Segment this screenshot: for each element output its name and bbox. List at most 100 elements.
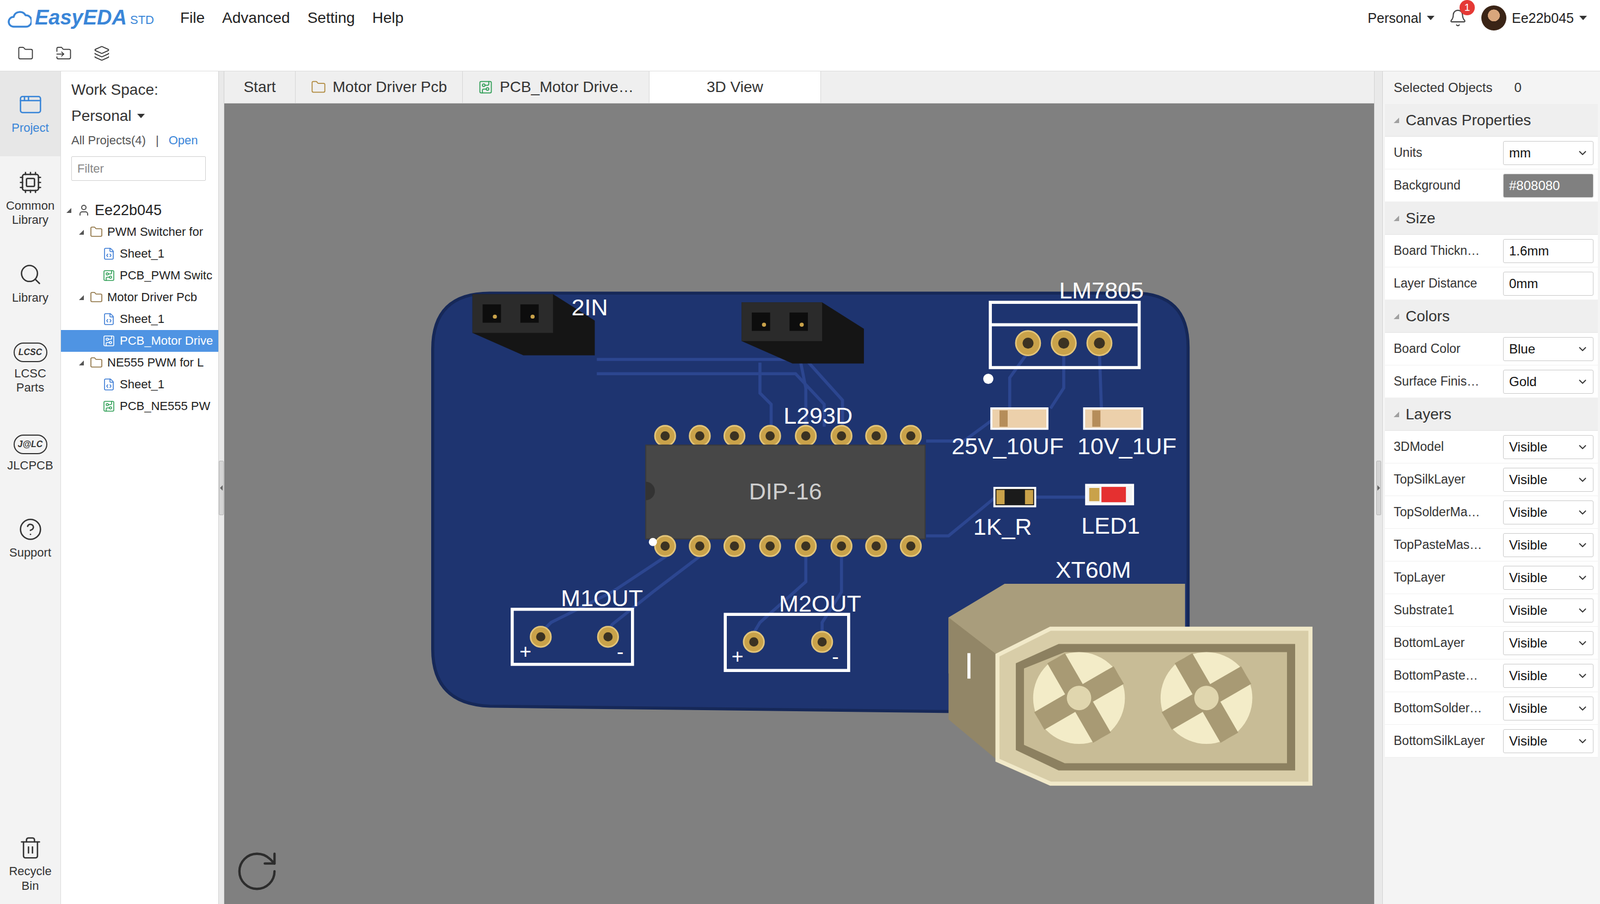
- property-row: Substrate1Visible: [1384, 593, 1598, 627]
- all-projects[interactable]: All Projects(4): [71, 133, 146, 148]
- user-menu[interactable]: Ee22b045: [1481, 5, 1587, 31]
- layers-icon[interactable]: [93, 45, 110, 62]
- motor-driver-chip[interactable]: DIP-16: [645, 425, 925, 557]
- pad: [795, 535, 816, 556]
- rail-item[interactable]: Library: [0, 241, 61, 327]
- resistor[interactable]: [994, 487, 1036, 507]
- right-splitter[interactable]: [1374, 71, 1383, 904]
- menu-item[interactable]: Setting: [307, 9, 355, 27]
- left-splitter[interactable]: [218, 71, 225, 904]
- expand-toggle-icon[interactable]: [64, 205, 73, 215]
- import-icon[interactable]: [55, 45, 72, 62]
- property-label: BottomPaste…: [1393, 667, 1499, 683]
- open-link[interactable]: Open: [168, 133, 199, 148]
- tree-item[interactable]: NE555 PWM for L: [60, 351, 219, 374]
- workspace-select[interactable]: Personal: [71, 107, 208, 125]
- support-icon: [18, 517, 43, 542]
- silk-label: 2IN: [571, 294, 609, 321]
- section-header[interactable]: Colors: [1384, 299, 1598, 333]
- property-select[interactable]: Visible: [1503, 434, 1594, 459]
- property-input[interactable]: 1.6mm: [1503, 238, 1594, 263]
- terminal[interactable]: [512, 609, 633, 665]
- tree-item[interactable]: Sheet_1: [60, 308, 219, 330]
- section-title: Canvas Properties: [1405, 111, 1531, 130]
- property-select[interactable]: Blue: [1503, 336, 1594, 361]
- rail-item[interactable]: LCSCLCSC Parts: [0, 326, 61, 412]
- rail-item[interactable]: Recycle Bin: [0, 824, 61, 904]
- property-select[interactable]: Visible: [1503, 696, 1594, 721]
- rail-item[interactable]: J@LCJLCPCB: [0, 411, 61, 496]
- reset-view-button[interactable]: [233, 847, 281, 895]
- rail-item[interactable]: Common Library: [0, 156, 61, 242]
- tree-item[interactable]: PCB_PWM Switc: [60, 264, 219, 287]
- pin-header[interactable]: [741, 302, 864, 364]
- tab[interactable]: Motor Driver Pcb: [295, 71, 463, 103]
- logo[interactable]: EasyEDASTD: [7, 6, 155, 30]
- tab-label: PCB_Motor Drive…: [499, 78, 634, 96]
- expand-toggle-icon: [89, 249, 98, 259]
- regulator[interactable]: [983, 302, 1140, 384]
- filter-input[interactable]: [71, 156, 206, 181]
- tab[interactable]: Start: [224, 71, 296, 103]
- workspace-switch[interactable]: Personal: [1367, 10, 1435, 27]
- xt60-connector[interactable]: [948, 583, 1311, 784]
- editor-area: StartMotor Driver Pcb PCB_Motor Drive… 3D …: [224, 71, 1375, 904]
- board-3d-view[interactable]: DIP-16+-+-2INLM7805L293D25V_10UF10V_1UF1…: [224, 103, 1375, 904]
- menu-item[interactable]: Help: [372, 9, 404, 27]
- collapse-right-icon[interactable]: [1376, 460, 1382, 516]
- jlcpcb-icon: J@LC: [13, 434, 48, 455]
- rail-item[interactable]: Support: [0, 495, 61, 581]
- capacitor[interactable]: [991, 408, 1048, 429]
- capacitor[interactable]: [1083, 408, 1143, 429]
- workspace-value: Personal: [71, 107, 132, 125]
- property-select[interactable]: Visible: [1503, 565, 1594, 590]
- tree-item[interactable]: PWM Switcher for: [60, 221, 219, 243]
- folder-icon[interactable]: [17, 45, 34, 62]
- polarity-mark: -: [616, 639, 624, 663]
- led[interactable]: [1086, 484, 1133, 505]
- notifications[interactable]: 1: [1448, 8, 1468, 28]
- section-header[interactable]: Size: [1384, 201, 1598, 235]
- folder-icon: [310, 79, 327, 95]
- tree-item[interactable]: Ee22b045: [60, 199, 219, 222]
- property-select[interactable]: mm: [1503, 141, 1594, 165]
- property-select[interactable]: Gold: [1503, 369, 1594, 394]
- terminal[interactable]: [725, 614, 849, 671]
- property-select[interactable]: Visible: [1503, 500, 1594, 525]
- tree-item[interactable]: Sheet_1: [60, 373, 219, 396]
- property-row: BottomPaste…Visible: [1384, 659, 1598, 692]
- rail-label: Project: [11, 120, 49, 136]
- property-select[interactable]: Visible: [1503, 467, 1594, 492]
- properties-panel: Selected Objects0Canvas PropertiesUnitsm…: [1382, 71, 1600, 904]
- tree-item[interactable]: PCB_Motor Drive: [60, 329, 219, 352]
- rail-label: Support: [9, 545, 52, 560]
- property-label: Substrate1: [1393, 602, 1499, 618]
- section-header[interactable]: Canvas Properties: [1384, 103, 1598, 137]
- tree-item[interactable]: Motor Driver Pcb: [60, 286, 219, 309]
- color-field[interactable]: #808080: [1503, 173, 1594, 198]
- property-select[interactable]: Visible: [1503, 728, 1594, 753]
- notification-badge: 1: [1459, 0, 1475, 16]
- rail-item[interactable]: Project: [0, 71, 61, 157]
- tree-item-label: NE555 PWM for L: [107, 355, 204, 370]
- library-icon: [18, 262, 43, 287]
- canvas[interactable]: DIP-16+-+-2INLM7805L293D25V_10UF10V_1UF1…: [224, 103, 1375, 904]
- property-select[interactable]: Visible: [1503, 532, 1594, 557]
- tree-item[interactable]: PCB_NE555 PW: [60, 395, 219, 418]
- expand-toggle-icon[interactable]: [76, 292, 86, 302]
- property-input[interactable]: 0mm: [1503, 271, 1594, 296]
- collapse-left-icon[interactable]: [218, 460, 224, 516]
- tree-item[interactable]: Sheet_1: [60, 242, 219, 265]
- menu-item[interactable]: File: [180, 9, 205, 27]
- tab[interactable]: PCB_Motor Drive…: [462, 71, 650, 103]
- menu-item[interactable]: Advanced: [222, 9, 291, 27]
- tab[interactable]: 3D View: [649, 71, 821, 103]
- expand-toggle-icon[interactable]: [76, 358, 86, 367]
- section-header[interactable]: Layers: [1384, 397, 1598, 431]
- property-select[interactable]: Visible: [1503, 630, 1594, 655]
- property-select[interactable]: Visible: [1503, 598, 1594, 623]
- field-value: mm: [1509, 145, 1531, 161]
- property-select[interactable]: Visible: [1503, 663, 1594, 688]
- property-row: BottomLayerVisible: [1384, 626, 1598, 660]
- expand-toggle-icon[interactable]: [76, 227, 86, 237]
